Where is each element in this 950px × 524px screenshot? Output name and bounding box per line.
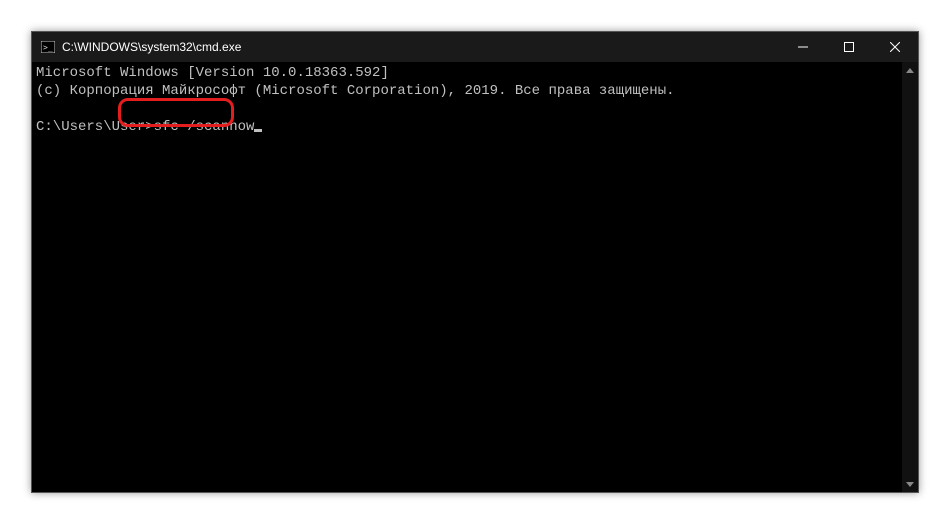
window-controls: [780, 32, 918, 62]
output-line: (c) Корпорация Майкрософт (Microsoft Cor…: [36, 83, 675, 99]
scroll-up-arrow[interactable]: [902, 62, 918, 78]
vertical-scrollbar[interactable]: [902, 62, 918, 492]
minimize-button[interactable]: [780, 32, 826, 62]
titlebar[interactable]: >_ C:\WINDOWS\system32\cmd.exe: [32, 32, 918, 62]
command-input[interactable]: sfc /scannow: [154, 119, 255, 135]
window-title: C:\WINDOWS\system32\cmd.exe: [62, 40, 241, 54]
scroll-down-arrow[interactable]: [902, 476, 918, 492]
output-line: Microsoft Windows [Version 10.0.18363.59…: [36, 65, 389, 81]
svg-text:>_: >_: [43, 43, 53, 52]
text-cursor: [254, 129, 262, 132]
console-output[interactable]: Microsoft Windows [Version 10.0.18363.59…: [32, 62, 902, 492]
prompt-text: C:\Users\User>: [36, 119, 154, 135]
maximize-button[interactable]: [826, 32, 872, 62]
close-button[interactable]: [872, 32, 918, 62]
cmd-icon: >_: [40, 39, 56, 55]
console-area: Microsoft Windows [Version 10.0.18363.59…: [32, 62, 918, 492]
cmd-window: >_ C:\WINDOWS\system32\cmd.exe Microsoft…: [31, 31, 919, 493]
